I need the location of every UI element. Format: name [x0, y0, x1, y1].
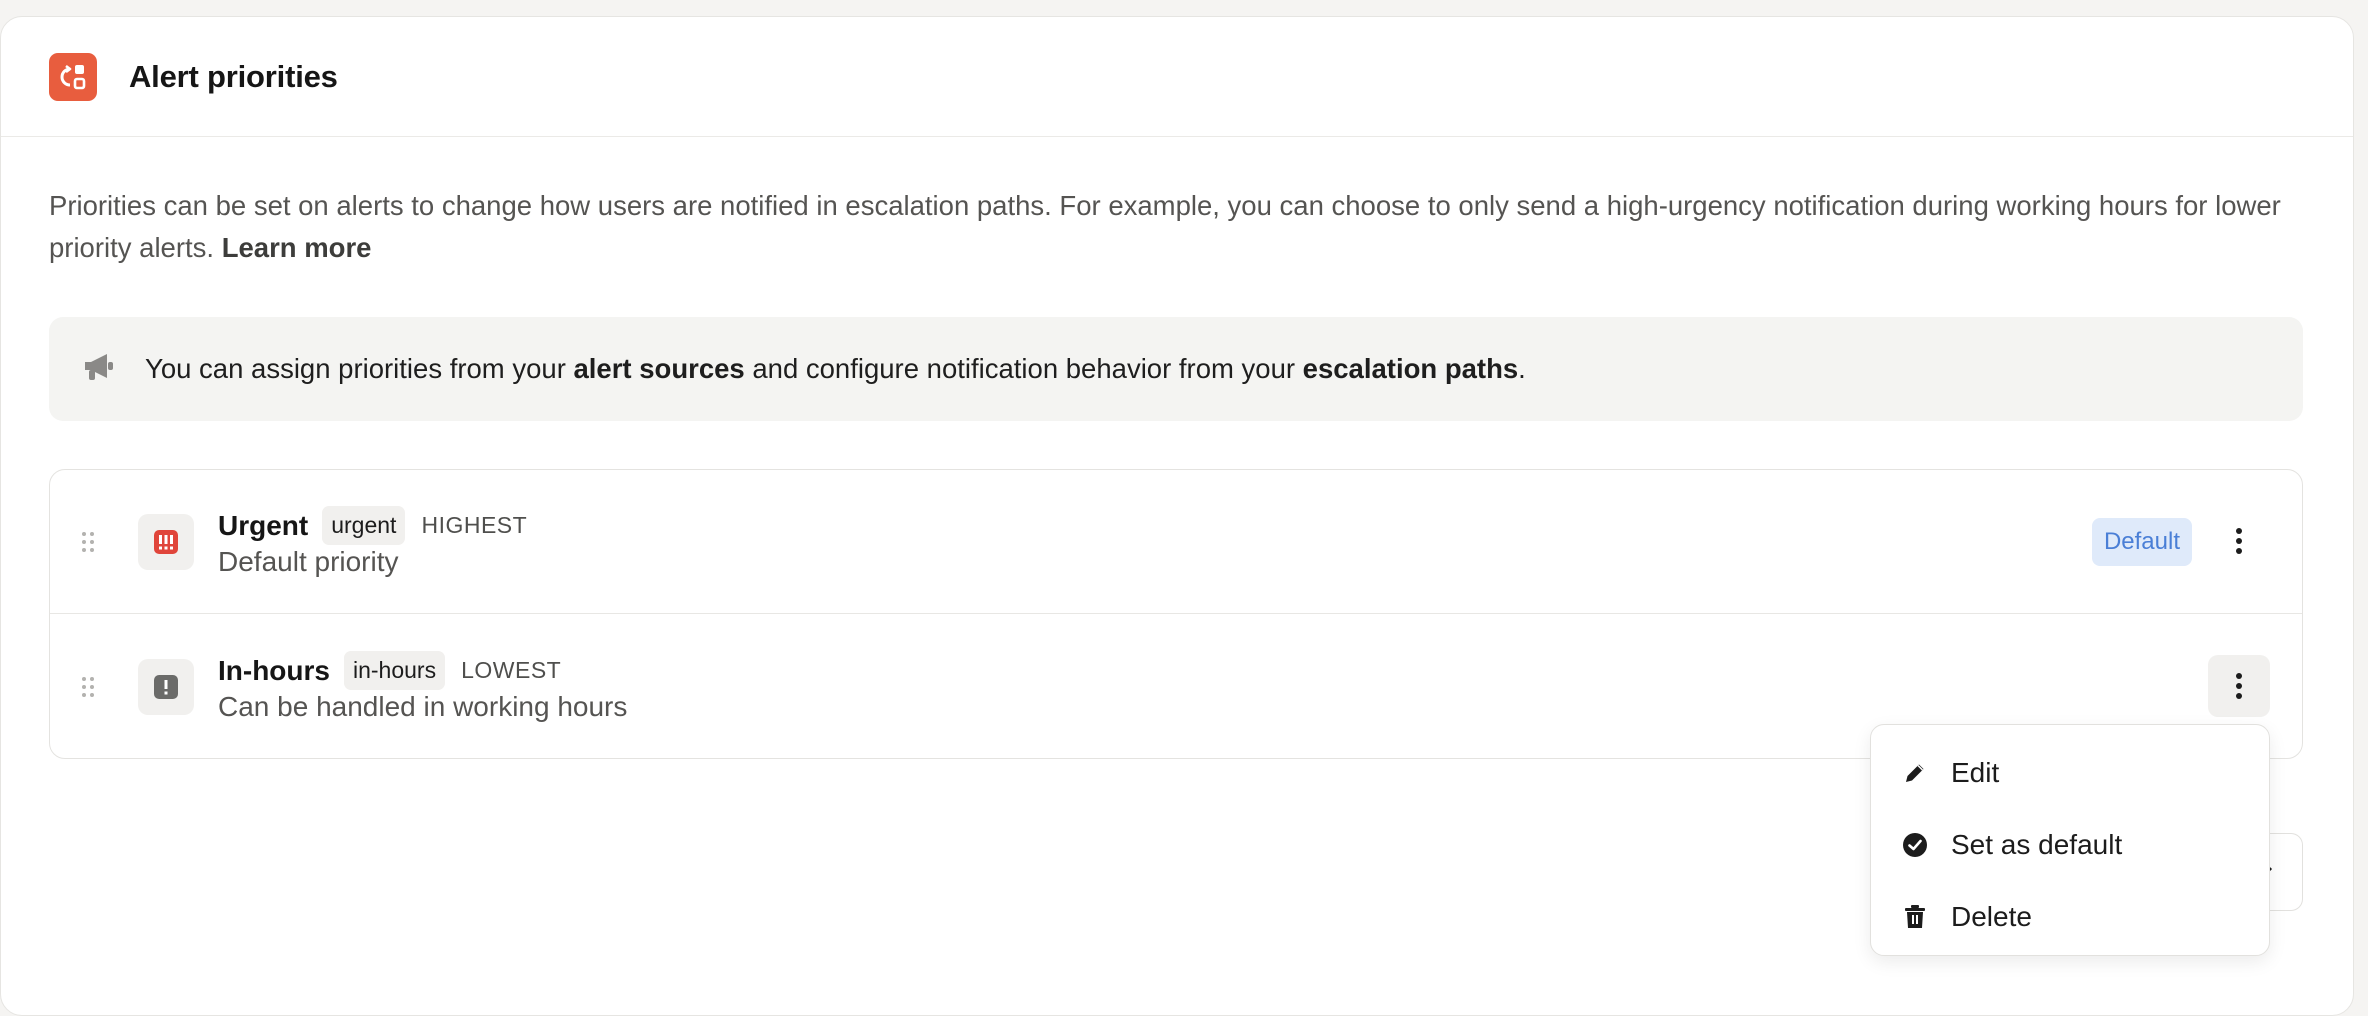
- alert-icon: [138, 659, 194, 715]
- priority-name: In-hours: [218, 654, 330, 686]
- trash-icon: [1901, 903, 1929, 931]
- info-callout: You can assign priorities from your aler…: [49, 317, 2303, 421]
- escalation-paths-text: escalation paths: [1302, 353, 1519, 384]
- card-header: Alert priorities: [1, 17, 2353, 137]
- menu-item-label: Set as default: [1951, 829, 2123, 860]
- escalation-icon: [49, 52, 97, 101]
- callout-suffix: .: [1518, 353, 1526, 384]
- description: Priorities can be set on alerts to chang…: [49, 185, 2289, 269]
- description-text: Priorities can be set on alerts to chang…: [49, 190, 2281, 263]
- page-title: Alert priorities: [129, 58, 338, 94]
- default-badge: Default: [2091, 518, 2192, 566]
- priority-description: Can be handled in working hours: [218, 691, 628, 722]
- priority-title: Urgent urgent HIGHEST: [218, 506, 527, 545]
- drag-handle-icon[interactable]: [80, 530, 96, 554]
- pencil-icon: [1901, 759, 1929, 787]
- menu-item-label: Delete: [1951, 901, 2032, 932]
- callout-prefix: You can assign priorities from your: [145, 353, 574, 384]
- priority-description: Default priority: [218, 546, 399, 577]
- urgent-alert-icon: [138, 514, 194, 570]
- drag-handle-icon[interactable]: [80, 675, 96, 699]
- priority-slug: in-hours: [344, 651, 446, 690]
- row-actions-menu: Edit Set as default Delete: [1870, 724, 2270, 956]
- more-options-button[interactable]: [2208, 510, 2270, 572]
- priority-rank: LOWEST: [461, 657, 562, 683]
- priority-slug: urgent: [322, 506, 406, 545]
- priority-row[interactable]: Urgent urgent HIGHEST Default priority D…: [50, 470, 2302, 614]
- menu-item-set-default[interactable]: Set as default: [1871, 809, 2269, 881]
- learn-more-link[interactable]: Learn more: [222, 232, 372, 263]
- menu-item-label: Edit: [1951, 757, 2000, 788]
- kebab-icon: [2236, 528, 2242, 554]
- priority-list: Urgent urgent HIGHEST Default priority D…: [49, 469, 2303, 759]
- callout-text: You can assign priorities from your aler…: [145, 353, 1526, 385]
- priority-title: In-hours in-hours LOWEST: [218, 651, 561, 690]
- priority-rank: HIGHEST: [421, 512, 528, 538]
- kebab-icon: [2236, 673, 2242, 699]
- check-circle-icon: [1901, 831, 1929, 859]
- menu-item-delete[interactable]: Delete: [1871, 881, 2269, 953]
- alert-sources-text: alert sources: [573, 353, 745, 384]
- megaphone-icon: [81, 350, 117, 389]
- priority-name: Urgent: [218, 509, 309, 541]
- more-options-button[interactable]: [2208, 655, 2270, 717]
- menu-item-edit[interactable]: Edit: [1871, 737, 2269, 809]
- callout-middle: and configure notification behavior from…: [744, 353, 1303, 384]
